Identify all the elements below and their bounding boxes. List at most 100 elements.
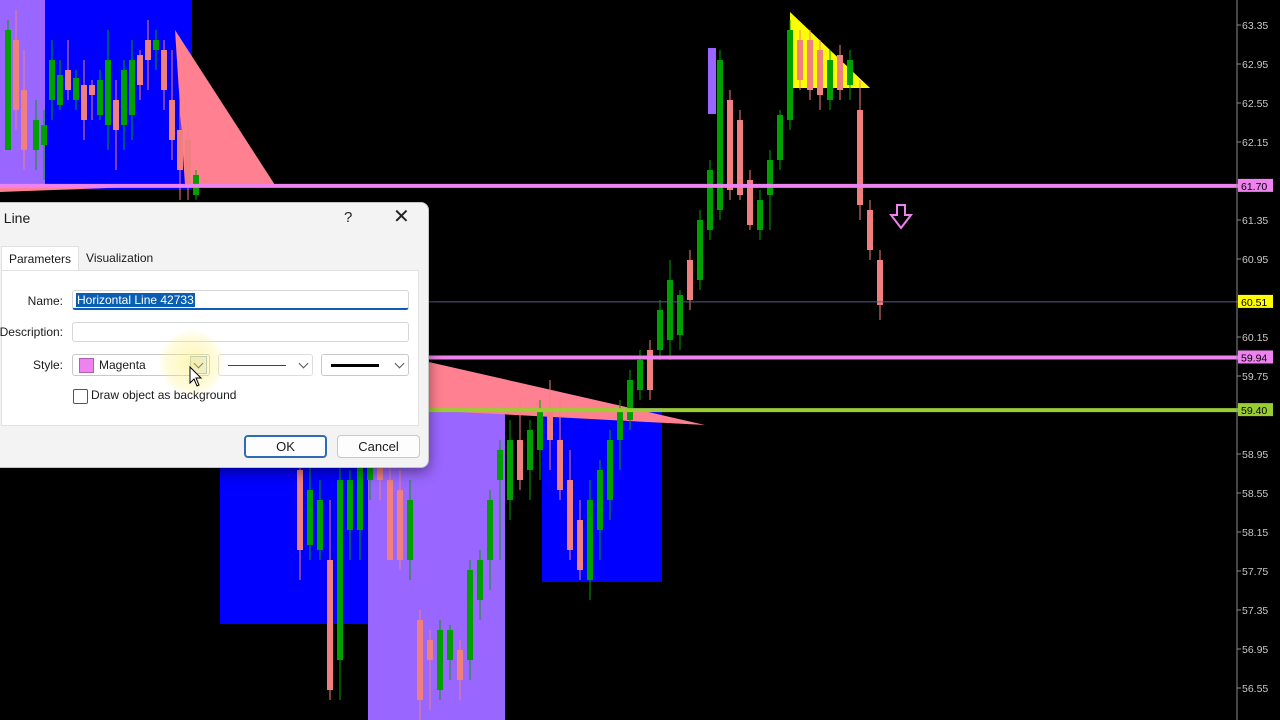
price-tick: 62.15 xyxy=(1237,137,1268,149)
candle-body xyxy=(337,480,343,660)
candle-body xyxy=(347,480,353,530)
price-tick: 57.35 xyxy=(1237,605,1268,617)
candle-body xyxy=(327,560,333,690)
candle-body xyxy=(21,90,27,150)
candle-body xyxy=(617,410,623,440)
price-tick: 60.95 xyxy=(1237,254,1268,266)
line-width-sample xyxy=(331,364,379,367)
candle-body xyxy=(437,630,443,690)
candle-body xyxy=(507,440,513,500)
candle-body xyxy=(587,500,593,580)
price-tick: 58.95 xyxy=(1237,449,1268,461)
candle-body xyxy=(357,460,363,530)
price-tick-label: 56.95 xyxy=(1242,644,1268,656)
draw-background-checkbox[interactable] xyxy=(73,389,88,404)
price-tick: 56.55 xyxy=(1237,683,1268,695)
color-swatch xyxy=(79,358,94,373)
price-tick-label: 57.35 xyxy=(1242,605,1268,617)
candle-body xyxy=(169,100,175,140)
name-input-value: Horizontal Line 42733 xyxy=(76,293,195,307)
candle-body xyxy=(73,78,79,100)
candle-body xyxy=(417,620,423,700)
candle-body xyxy=(737,120,743,195)
name-label: Name: xyxy=(27,294,63,308)
candle-body xyxy=(13,40,19,110)
purple-bar xyxy=(708,48,716,114)
candle-body xyxy=(5,30,11,150)
line-style-sample xyxy=(228,365,286,366)
price-tick-label: 58.15 xyxy=(1242,527,1268,539)
price-tick: 62.95 xyxy=(1237,59,1268,71)
candle-body xyxy=(397,490,403,560)
price-tick: 59.75 xyxy=(1237,371,1268,383)
candle-body xyxy=(185,140,191,185)
style-label: Style: xyxy=(32,358,63,372)
name-input[interactable]: Horizontal Line 42733 xyxy=(72,290,409,310)
candle-body xyxy=(597,470,603,530)
price-tick-label: 62.95 xyxy=(1242,59,1268,71)
help-button[interactable]: ? xyxy=(344,209,352,226)
price-tick: 61.35 xyxy=(1237,215,1268,227)
candle-body xyxy=(307,490,313,545)
candle-body xyxy=(65,70,71,90)
price-tick-label: 63.35 xyxy=(1242,20,1268,32)
candle-body xyxy=(757,200,763,230)
candle-body xyxy=(137,55,143,85)
ok-button[interactable]: OK xyxy=(244,435,327,458)
candle-body xyxy=(81,85,87,120)
candle-body xyxy=(817,50,823,95)
price-tick-label: 59.75 xyxy=(1242,371,1268,383)
candle-body xyxy=(837,55,843,90)
price-tick: 60.15 xyxy=(1237,332,1268,344)
candle-body xyxy=(477,560,483,600)
candle-body xyxy=(847,60,853,85)
candle-body xyxy=(657,310,663,350)
down-arrow-icon xyxy=(888,204,914,230)
candle-body xyxy=(827,60,833,100)
line-style-select[interactable] xyxy=(218,354,313,376)
candle-body xyxy=(49,60,55,100)
candle-body xyxy=(687,260,693,300)
price-tick-label: 56.55 xyxy=(1242,683,1268,695)
candle-body xyxy=(567,480,573,550)
candle-body xyxy=(787,30,793,120)
candle-body xyxy=(89,85,95,95)
candle-body xyxy=(867,210,873,250)
price-tick-label: 60.95 xyxy=(1242,254,1268,266)
price-label: 59.94 xyxy=(1241,352,1267,364)
candle-body xyxy=(727,100,733,190)
chevron-down-icon[interactable] xyxy=(296,357,309,371)
line-width-select[interactable] xyxy=(321,354,409,376)
horizontal-line-dialog: al Line ? ✕ Parameters Visualization Nam… xyxy=(0,202,429,468)
price-tick: 58.55 xyxy=(1237,488,1268,500)
candle-body xyxy=(153,40,159,50)
candle-body xyxy=(807,40,813,90)
price-tick-label: 57.75 xyxy=(1242,566,1268,578)
tab-parameters[interactable]: Parameters xyxy=(1,246,80,271)
candle-body xyxy=(697,220,703,280)
candle-body xyxy=(121,70,127,125)
draw-background-label: Draw object as background xyxy=(91,388,237,402)
candle-body xyxy=(113,100,119,130)
color-select-value: Magenta xyxy=(99,358,146,372)
candle-body xyxy=(57,75,63,105)
candle-body xyxy=(537,410,543,450)
dialog-title: al Line xyxy=(0,210,31,226)
candle-body xyxy=(145,40,151,60)
candle-body xyxy=(797,40,803,80)
price-tick-label: 62.55 xyxy=(1242,98,1268,110)
chevron-down-icon[interactable] xyxy=(392,357,405,371)
description-input[interactable] xyxy=(72,322,409,342)
candle-body xyxy=(161,50,167,90)
candle-body xyxy=(627,380,633,420)
price-tick-label: 60.15 xyxy=(1242,332,1268,344)
candle-body xyxy=(427,640,433,660)
close-icon[interactable]: ✕ xyxy=(393,207,410,227)
mouse-cursor-icon xyxy=(189,366,203,387)
dialog-tabs: Parameters Visualization xyxy=(1,246,160,271)
candle-body xyxy=(97,80,103,115)
cancel-button[interactable]: Cancel xyxy=(337,435,420,458)
price-label: 59.40 xyxy=(1241,405,1267,417)
price-tick-label: 58.95 xyxy=(1242,449,1268,461)
tab-visualization[interactable]: Visualization xyxy=(79,246,160,270)
